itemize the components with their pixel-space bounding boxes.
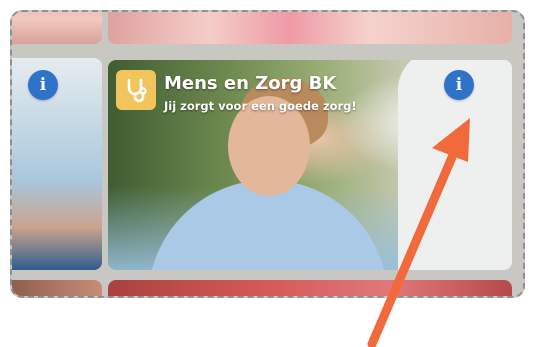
pointer-arrow (367, 118, 470, 347)
